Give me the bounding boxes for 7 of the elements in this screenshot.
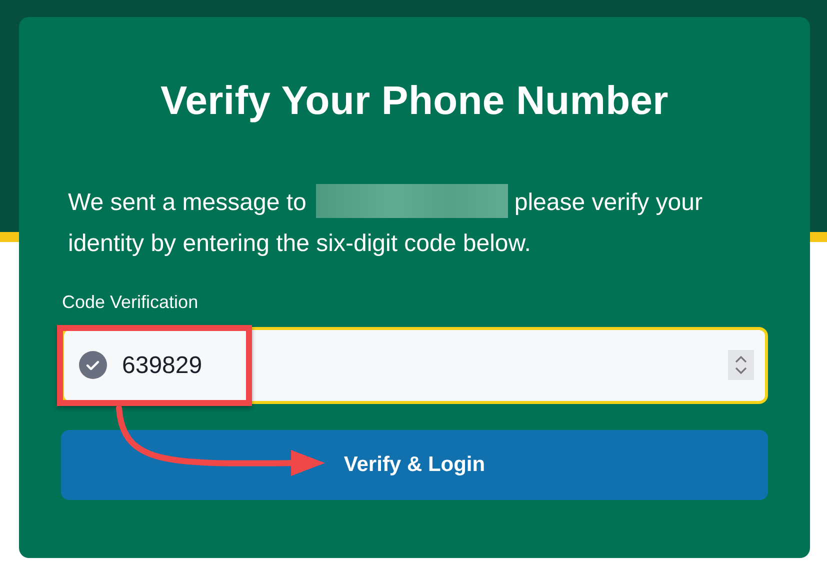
instruction-text: We sent a message to please verify your identity by entering the six-digit code below. [68, 182, 768, 264]
verify-login-button[interactable]: Verify & Login [61, 430, 768, 500]
field-label: Code Verification [62, 292, 198, 313]
check-icon [79, 351, 107, 379]
code-input-field[interactable]: 639829 [61, 327, 768, 404]
spinner-icon[interactable] [728, 350, 754, 380]
page-title: Verify Your Phone Number [160, 79, 670, 124]
